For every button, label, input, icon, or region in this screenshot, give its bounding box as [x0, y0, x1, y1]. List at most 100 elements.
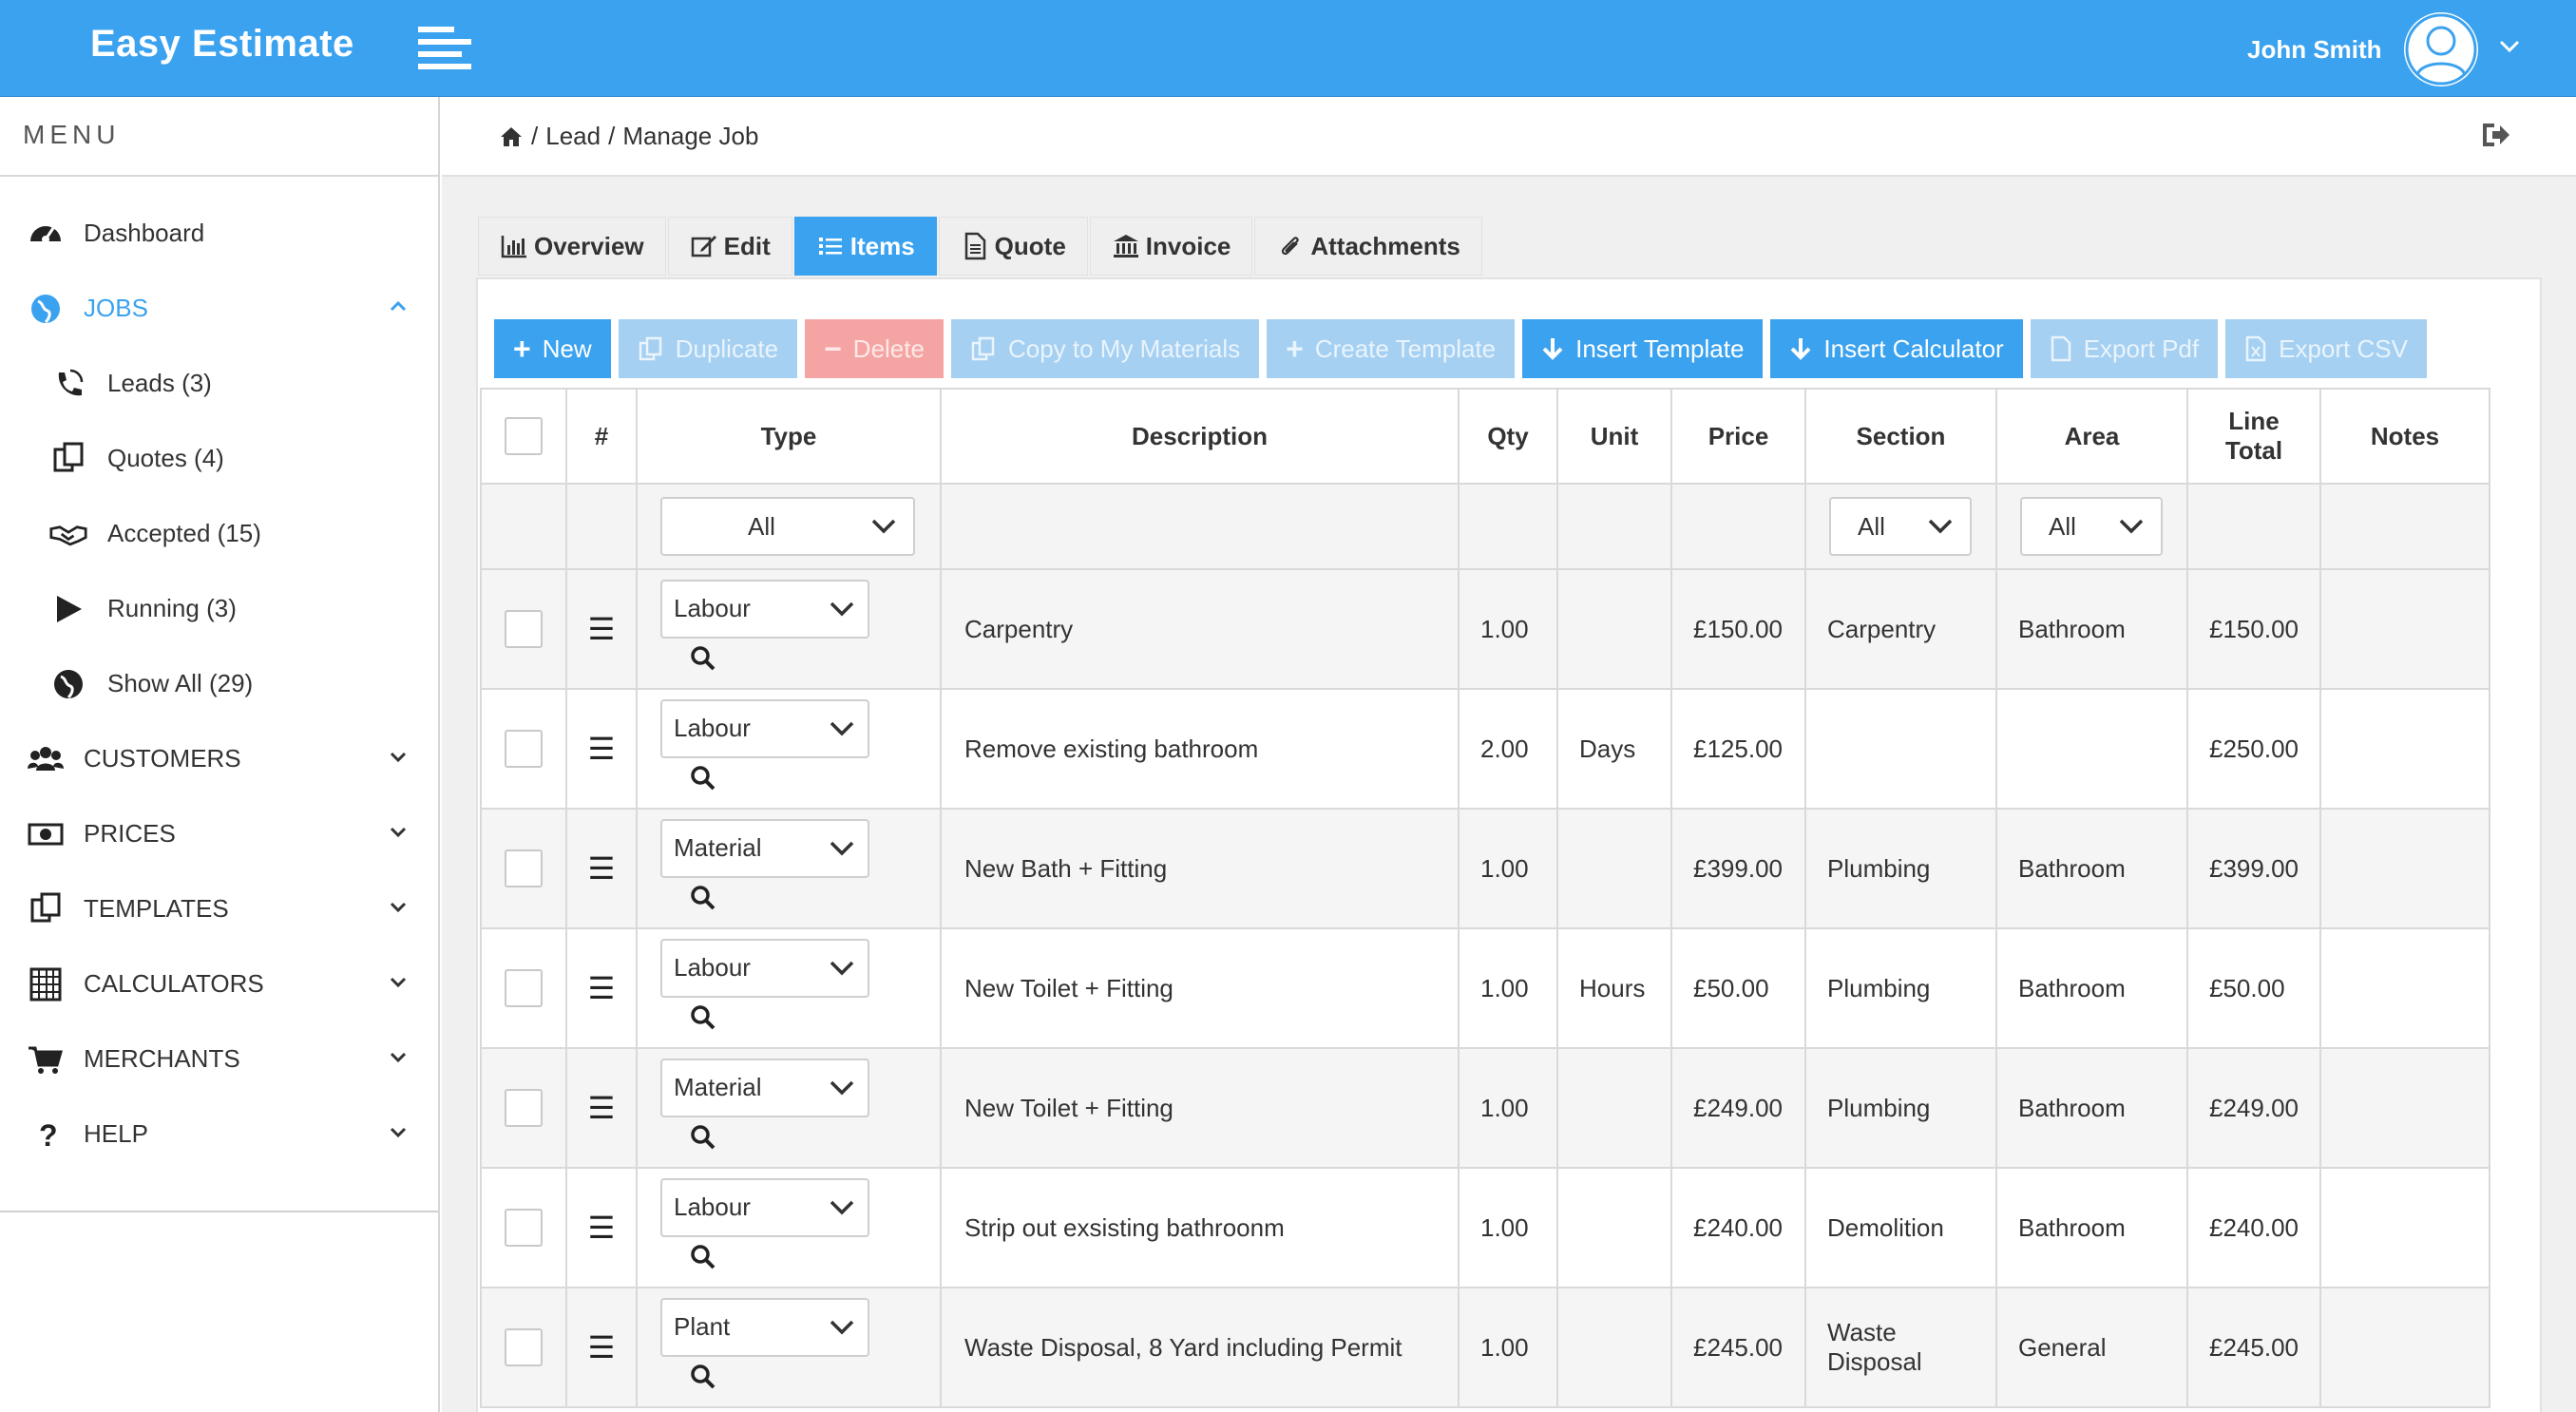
row-type-select[interactable]: Labour — [660, 1177, 869, 1237]
sidebar-item-running[interactable]: Running (3) — [0, 571, 438, 646]
row-qty[interactable]: 1.00 — [1458, 808, 1558, 929]
tab-attachments[interactable]: Attachments — [1254, 217, 1482, 276]
tab-overview[interactable]: Overview — [478, 217, 666, 276]
copy-to-materials-button[interactable]: Copy to My Materials — [950, 319, 1260, 378]
row-price[interactable]: £50.00 — [1670, 927, 1806, 1049]
type-filter-select[interactable]: All — [660, 497, 915, 556]
hamburger-menu-icon[interactable] — [418, 27, 471, 69]
row-section[interactable]: Plumbing — [1804, 808, 1997, 929]
search-icon[interactable] — [689, 1243, 717, 1271]
row-type-select[interactable]: Material — [660, 1058, 869, 1117]
row-section[interactable]: Plumbing — [1804, 927, 1997, 1049]
row-notes[interactable] — [2319, 688, 2490, 810]
export-csv-button[interactable]: Export CSV — [2225, 319, 2427, 378]
column-header-unit[interactable]: Unit — [1556, 388, 1672, 485]
user-avatar-icon[interactable] — [2404, 12, 2478, 86]
row-checkbox[interactable] — [505, 1089, 543, 1127]
column-header-area[interactable]: Area — [1995, 388, 2188, 485]
column-header-type[interactable]: Type — [636, 388, 942, 485]
row-description[interactable]: New Bath + Fitting — [940, 808, 1460, 929]
user-name[interactable]: John Smith — [2247, 35, 2382, 65]
row-notes[interactable] — [2319, 1047, 2490, 1169]
row-type-select[interactable]: Labour — [660, 698, 869, 758]
row-area[interactable]: Bathroom — [1995, 1167, 2188, 1288]
row-price[interactable]: £240.00 — [1670, 1167, 1806, 1288]
brand-logo[interactable]: Easy Estimate — [90, 23, 354, 66]
column-header-qty[interactable]: Qty — [1458, 388, 1558, 485]
new-button[interactable]: + New — [494, 319, 611, 378]
sidebar-item-dashboard[interactable]: Dashboard — [0, 196, 438, 271]
row-area[interactable]: Bathroom — [1995, 568, 2188, 690]
row-notes[interactable] — [2319, 1287, 2490, 1408]
row-price[interactable]: £249.00 — [1670, 1047, 1806, 1169]
sidebar-item-templates[interactable]: TEMPLATES — [0, 871, 438, 946]
row-area[interactable] — [1995, 688, 2188, 810]
sidebar-item-calculators[interactable]: CALCULATORS — [0, 946, 438, 1021]
section-filter-select[interactable]: All — [1829, 497, 1972, 556]
drag-handle-icon[interactable]: ☰ — [565, 808, 638, 929]
search-icon[interactable] — [689, 1003, 717, 1032]
row-price[interactable]: £245.00 — [1670, 1287, 1806, 1408]
delete-button[interactable]: − Delete — [805, 319, 944, 378]
export-pdf-button[interactable]: Export Pdf — [2030, 319, 2219, 378]
row-qty[interactable]: 1.00 — [1458, 568, 1558, 690]
row-qty[interactable]: 1.00 — [1458, 1287, 1558, 1408]
create-template-button[interactable]: + Create Template — [1267, 319, 1516, 378]
row-notes[interactable] — [2319, 1167, 2490, 1288]
column-header-notes[interactable]: Notes — [2319, 388, 2490, 485]
drag-handle-icon[interactable]: ☰ — [565, 927, 638, 1049]
row-unit[interactable] — [1556, 1167, 1672, 1288]
table-row[interactable]: ☰ Labour Strip out exsisting bathroonm 1… — [480, 1167, 2490, 1288]
row-description[interactable]: Waste Disposal, 8 Yard including Permit — [940, 1287, 1460, 1408]
row-type-select[interactable]: Labour — [660, 579, 869, 639]
row-section[interactable]: Demolition — [1804, 1167, 1997, 1288]
table-row[interactable]: ☰ Labour New Toilet + Fitting 1.00 Hours… — [480, 927, 2490, 1049]
user-menu-chevron-icon[interactable] — [2499, 34, 2520, 59]
row-price[interactable]: £125.00 — [1670, 688, 1806, 810]
row-checkbox[interactable] — [505, 730, 543, 768]
row-section[interactable]: Waste Disposal — [1804, 1287, 1997, 1408]
column-header-section[interactable]: Section — [1804, 388, 1997, 485]
row-qty[interactable]: 2.00 — [1458, 688, 1558, 810]
row-price[interactable]: £399.00 — [1670, 808, 1806, 929]
row-qty[interactable]: 1.00 — [1458, 1047, 1558, 1169]
row-unit[interactable] — [1556, 808, 1672, 929]
row-section[interactable]: Plumbing — [1804, 1047, 1997, 1169]
sidebar-item-help[interactable]: ? HELP — [0, 1097, 438, 1172]
row-description[interactable]: Carpentry — [940, 568, 1460, 690]
home-icon[interactable] — [499, 125, 524, 148]
breadcrumb-lead-link[interactable]: Lead — [545, 122, 601, 151]
sidebar-item-prices[interactable]: PRICES — [0, 796, 438, 871]
row-checkbox[interactable] — [505, 1328, 543, 1366]
table-row[interactable]: ☰ Material New Bath + Fitting 1.00 £399.… — [480, 808, 2490, 929]
row-description[interactable]: Strip out exsisting bathroonm — [940, 1167, 1460, 1288]
search-icon[interactable] — [689, 644, 717, 673]
drag-handle-icon[interactable]: ☰ — [565, 1287, 638, 1408]
row-unit[interactable] — [1556, 568, 1672, 690]
row-area[interactable]: Bathroom — [1995, 808, 2188, 929]
search-icon[interactable] — [689, 1363, 717, 1391]
tab-edit[interactable]: Edit — [667, 217, 792, 276]
row-qty[interactable]: 1.00 — [1458, 1167, 1558, 1288]
table-row[interactable]: ☰ Material New Toilet + Fitting 1.00 £24… — [480, 1047, 2490, 1169]
sidebar-item-show-all[interactable]: Show All (29) — [0, 646, 438, 721]
row-notes[interactable] — [2319, 927, 2490, 1049]
logout-icon[interactable] — [2479, 118, 2513, 152]
row-area[interactable]: Bathroom — [1995, 927, 2188, 1049]
row-checkbox[interactable] — [505, 849, 543, 887]
tab-quote[interactable]: Quote — [938, 217, 1088, 276]
row-checkbox[interactable] — [505, 610, 543, 648]
column-header-line-total[interactable]: Line Total — [2186, 388, 2321, 485]
row-area[interactable]: General — [1995, 1287, 2188, 1408]
row-description[interactable]: Remove existing bathroom — [940, 688, 1460, 810]
insert-calculator-button[interactable]: Insert Calculator — [1770, 319, 2023, 378]
search-icon[interactable] — [689, 884, 717, 912]
drag-handle-icon[interactable]: ☰ — [565, 688, 638, 810]
row-unit[interactable] — [1556, 1047, 1672, 1169]
table-row[interactable]: ☰ Labour Carpentry 1.00 £150.00 Carpentr… — [480, 568, 2490, 690]
row-price[interactable]: £150.00 — [1670, 568, 1806, 690]
tab-invoice[interactable]: Invoice — [1089, 217, 1253, 276]
row-description[interactable]: New Toilet + Fitting — [940, 1047, 1460, 1169]
table-row[interactable]: ☰ Plant Waste Disposal, 8 Yard including… — [480, 1287, 2490, 1408]
column-header-hash[interactable]: # — [565, 388, 638, 485]
